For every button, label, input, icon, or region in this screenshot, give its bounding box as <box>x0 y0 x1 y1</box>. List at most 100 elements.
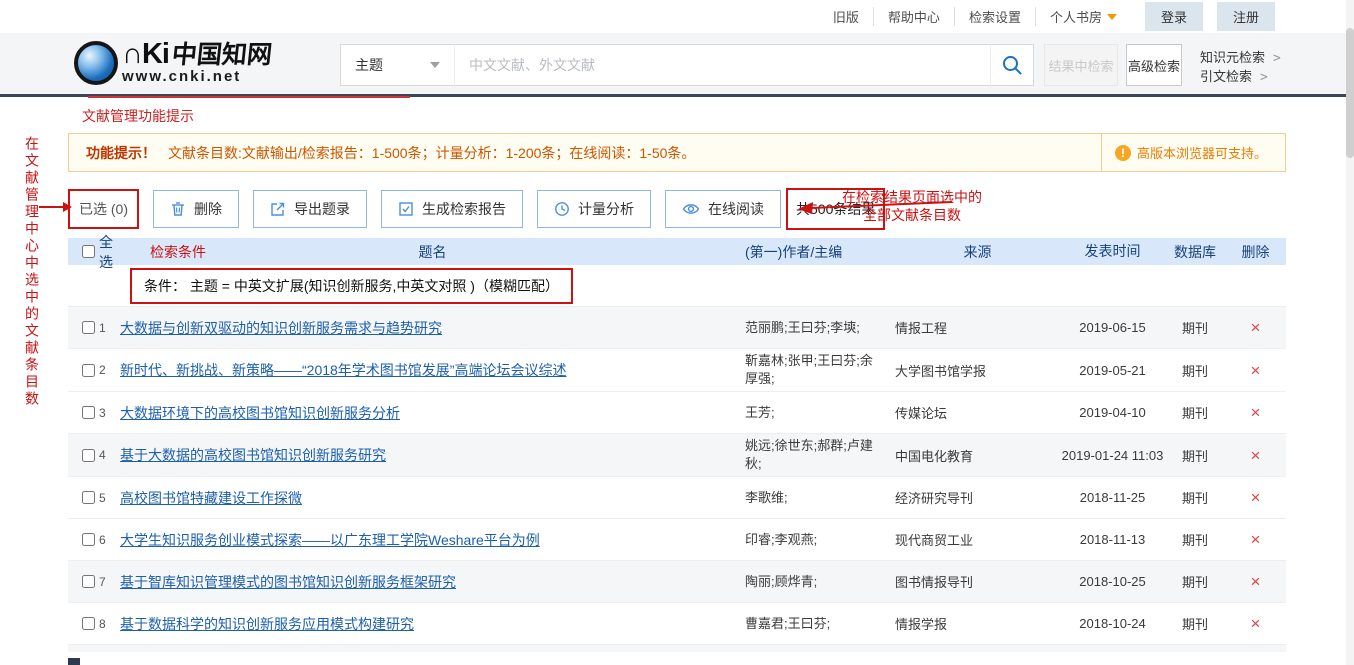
row-select-cell: 2 <box>68 363 120 377</box>
row-source: 传媒论坛 <box>895 403 1060 422</box>
row-checkbox[interactable] <box>82 449 95 462</box>
notice-title: 功能提示！ <box>86 143 156 163</box>
delete-row-icon[interactable]: × <box>1251 530 1261 549</box>
row-checkbox[interactable] <box>82 364 95 377</box>
delete-row-icon[interactable]: × <box>1251 361 1261 380</box>
table-row: 4 基于大数据的高校图书馆知识创新服务研究 姚远;徐世东;郝群;卢建秋; 中国电… <box>68 434 1286 477</box>
document-title-link[interactable]: 大数据与创新双驱动的知识创新服务需求与趋势研究 <box>120 320 442 336</box>
row-checkbox[interactable] <box>82 533 95 546</box>
old-version-link[interactable]: 旧版 <box>819 7 873 26</box>
row-delete-cell: × <box>1225 319 1286 336</box>
row-delete-cell: × <box>1225 531 1286 548</box>
delete-row-icon[interactable]: × <box>1251 446 1261 465</box>
row-database: 期刊 <box>1165 403 1225 422</box>
row-checkbox[interactable] <box>82 491 95 504</box>
row-select-cell: 5 <box>68 491 120 505</box>
cnki-logo[interactable]: ∩Ki 中国知网 www.cnki.net <box>74 41 272 85</box>
export-button-label: 导出题录 <box>294 199 350 219</box>
personal-library-menu[interactable]: 个人书房 <box>1035 7 1131 26</box>
search-in-results-button[interactable]: 结果中检索 <box>1044 44 1118 86</box>
select-all-cell: 全选 <box>68 232 120 272</box>
row-number: 2 <box>99 363 106 377</box>
register-button[interactable]: 注册 <box>1217 2 1275 31</box>
delete-row-icon[interactable]: × <box>1251 318 1261 337</box>
row-source: 经济研究导刊 <box>895 488 1060 507</box>
row-number: 6 <box>99 533 106 547</box>
condition-annotation-label: 检索条件 <box>150 242 206 262</box>
results-table: 全选 检索条件 题名 (第一)作者/主编 来源 发表时间 数据库 删除 条件： … <box>68 238 1286 652</box>
delete-button[interactable]: 删除 <box>153 190 239 228</box>
document-title-link[interactable]: 基于数据科学的知识创新服务应用模式构建研究 <box>120 616 414 632</box>
next-row-checkbox-sliver <box>68 658 80 665</box>
document-title-link[interactable]: 大数据环境下的高校图书馆知识创新服务分析 <box>120 405 400 421</box>
search-input[interactable] <box>455 44 990 86</box>
row-source: 大学图书馆学报 <box>895 361 1060 380</box>
row-number: 7 <box>99 575 106 589</box>
advanced-search-button[interactable]: 高级检索 <box>1126 44 1182 86</box>
select-all-checkbox[interactable] <box>82 245 95 258</box>
document-title-link[interactable]: 大学生知识服务创业模式探索——以广东理工学院Weshare平台为例 <box>120 532 540 548</box>
row-checkbox[interactable] <box>82 321 95 334</box>
row-checkbox[interactable] <box>82 575 95 588</box>
search-field-dropdown[interactable]: 主题 <box>340 44 455 86</box>
search-icon <box>1001 54 1023 76</box>
table-row: 3 大数据环境下的高校图书馆知识创新服务分析 王芳; 传媒论坛 2019-04-… <box>68 392 1286 434</box>
document-title-link[interactable]: 基于智库知识管理模式的图书馆知识创新服务框架研究 <box>120 574 456 590</box>
globe-icon <box>74 41 118 85</box>
row-delete-cell: × <box>1225 362 1286 379</box>
date-header-label: 发表时间 <box>1060 243 1165 260</box>
row-source: 情报学报 <box>895 614 1060 633</box>
document-title-link[interactable]: 基于大数据的高校图书馆知识创新服务研究 <box>120 447 386 463</box>
export-icon <box>270 201 286 217</box>
table-row: 1 大数据与创新双驱动的知识创新服务需求与趋势研究 范丽鹏;王曰芬;李塽; 情报… <box>68 307 1286 349</box>
report-button-label: 生成检索报告 <box>422 199 506 219</box>
chevron-down-icon <box>1107 14 1117 20</box>
online-read-button[interactable]: 在线阅读 <box>665 190 781 228</box>
row-delete-cell: × <box>1225 489 1286 506</box>
row-authors: 印睿;李观燕; <box>745 531 895 549</box>
scrollbar-thumb[interactable] <box>1346 28 1354 158</box>
browser-support-note: ! 高版本浏览器可支持。 <box>1101 134 1285 171</box>
row-checkbox[interactable] <box>82 617 95 630</box>
export-records-button[interactable]: 导出题录 <box>253 190 367 228</box>
row-source: 图书情报导刊 <box>895 572 1060 591</box>
row-title-cell: 基于大数据的高校图书馆知识创新服务研究 <box>120 445 745 465</box>
browser-scrollbar[interactable] <box>1346 0 1354 665</box>
help-center-link[interactable]: 帮助中心 <box>873 7 954 26</box>
row-number: 4 <box>99 448 106 462</box>
knowledge-element-search-link[interactable]: 知识元检索> <box>1200 47 1281 66</box>
row-date: 2018-11-13 <box>1060 531 1165 548</box>
site-header: ∩Ki 中国知网 www.cnki.net 主题 结果中检索 高级检索 知识元检… <box>0 33 1354 97</box>
row-database: 期刊 <box>1165 361 1225 380</box>
top-utility-bar: 旧版 帮助中心 检索设置 个人书房 登录 注册 <box>0 0 1354 33</box>
search-settings-link[interactable]: 检索设置 <box>954 7 1035 26</box>
eye-icon <box>682 202 700 216</box>
row-source: 现代商贸工业 <box>895 530 1060 549</box>
delete-row-icon[interactable]: × <box>1251 488 1261 507</box>
table-row: 6 大学生知识服务创业模式探索——以广东理工学院Weshare平台为例 印睿;李… <box>68 519 1286 561</box>
citation-search-label: 引文检索 <box>1200 69 1252 84</box>
search-button[interactable] <box>990 44 1034 86</box>
generate-report-button[interactable]: 生成检索报告 <box>381 190 523 228</box>
document-title-link[interactable]: 新时代、新挑战、新策略——“2018年学术图书馆发展”高端论坛会议综述 <box>120 362 566 378</box>
left-vertical-annotation: 在文献管理中心中选中的文献条目数 <box>22 136 42 408</box>
row-date: 2019-06-15 <box>1060 319 1165 336</box>
source-header-label: 来源 <box>895 242 1060 262</box>
delete-row-icon[interactable]: × <box>1251 572 1261 591</box>
delete-row-icon[interactable]: × <box>1251 403 1261 422</box>
search-condition-annotated-box: 条件： 主题 = 中英文扩展(知识创新服务,中英文对照 )（模糊匹配） <box>130 268 573 304</box>
clock-icon <box>554 201 570 217</box>
delete-row-icon[interactable]: × <box>1251 614 1261 633</box>
table-row: 7 基于智库知识管理模式的图书馆知识创新服务框架研究 陶丽;顾烨青; 图书情报导… <box>68 561 1286 603</box>
citation-search-link[interactable]: 引文检索> <box>1200 66 1281 85</box>
row-title-cell: 基于数据科学的知识创新服务应用模式构建研究 <box>120 614 745 634</box>
row-title-cell: 基于智库知识管理模式的图书馆知识创新服务框架研究 <box>120 572 745 592</box>
row-checkbox[interactable] <box>82 406 95 419</box>
document-title-link[interactable]: 高校图书馆特藏建设工作探微 <box>120 490 302 506</box>
selected-count-annotated-box: 已选 (0) <box>68 189 139 229</box>
row-authors: 陶丽;顾烨青; <box>745 573 895 591</box>
login-button[interactable]: 登录 <box>1145 2 1203 31</box>
partial-next-row <box>68 645 1286 652</box>
metric-analysis-button[interactable]: 计量分析 <box>537 190 651 228</box>
row-date: 2018-10-24 <box>1060 615 1165 632</box>
